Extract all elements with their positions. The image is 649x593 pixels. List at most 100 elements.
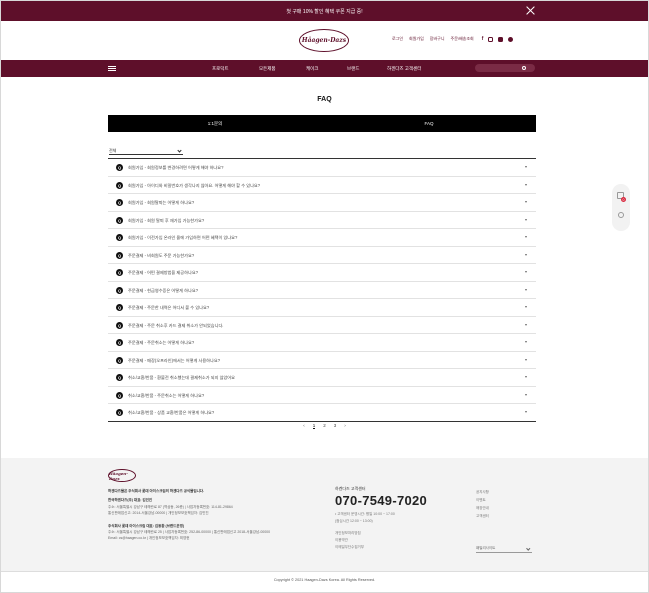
nav-item-products[interactable]: 프로덕트: [212, 66, 229, 72]
blog-icon[interactable]: [508, 36, 514, 42]
faq-item[interactable]: Q 주문결제 - 주문취소는 어떻게 하나요?: [108, 334, 536, 352]
instagram-icon[interactable]: [488, 36, 494, 42]
prev-page-button[interactable]: ‹: [303, 423, 305, 429]
faq-question: 취소/교환/반품 - 주문취소는 어떻게 하나요?: [128, 392, 205, 398]
search-icon[interactable]: [618, 212, 624, 218]
chevron-down-icon[interactable]: [525, 411, 527, 413]
brand-logo[interactable]: Häagen-Dazs: [299, 29, 349, 52]
site-footer: Häagen-Dazs 하겐다즈몰은 주식회사 롯데 아이스크림의 하겐다즈 공…: [1, 458, 648, 572]
sns-links: f: [482, 36, 514, 42]
facebook-icon[interactable]: f: [482, 36, 484, 42]
faq-item[interactable]: Q 주문결제 - 주문 취소후 카드 결제 취소가 안되었습니다.: [108, 317, 536, 334]
tab-inquiry[interactable]: 1:1문의: [108, 115, 322, 132]
footer-logo: Häagen-Dazs: [108, 469, 136, 482]
tab-bar: 1:1문의 FAQ: [108, 115, 536, 132]
cart-count-badge: 0: [621, 197, 626, 202]
question-badge: Q: [116, 234, 123, 241]
footer-link-notice[interactable]: 공지사항: [476, 490, 489, 495]
faq-question: 주문결제 - 비회원도 주문 가능한가요?: [128, 252, 195, 258]
faq-item[interactable]: Q 주문결제 - 비회원도 주문 가능한가요?: [108, 247, 536, 264]
faq-item[interactable]: Q 주문결제 - 현금영수증은 어떻게 하나요?: [108, 282, 536, 299]
faq-item[interactable]: Q 주문결제 - 어떤 결제방법을 제공하나요?: [108, 264, 536, 282]
site-header: Häagen-Dazs 로그인 회원가입 장바구니 주문/배송조회 f: [1, 21, 648, 60]
chevron-down-icon[interactable]: [525, 236, 527, 238]
chevron-down-icon[interactable]: [525, 358, 527, 361]
faq-item[interactable]: Q 회원가입 - 회원정보를 변경하려면 어떻게 해야 하나요?: [108, 159, 536, 177]
faq-item[interactable]: Q 취소/교환/반품 - 주문취소는 어떻게 하나요?: [108, 387, 536, 404]
question-badge: Q: [116, 356, 123, 364]
chevron-down-icon[interactable]: [525, 288, 527, 291]
chevron-down-icon[interactable]: [525, 271, 527, 273]
question-badge: Q: [116, 216, 123, 224]
faq-question: 회원가입 - 이전가입 온라인 몰에 가입하면 어떤 혜택이 있나요?: [128, 235, 238, 240]
family-site-select[interactable]: 패밀리사이트: [476, 545, 532, 553]
login-link[interactable]: 로그인: [392, 36, 403, 42]
menu-icon[interactable]: [108, 66, 116, 71]
question-badge: Q: [116, 374, 123, 381]
faq-list: Q 회원가입 - 회원정보를 변경하려면 어떻게 해야 하나요? Q 회원가입 - 아…: [108, 158, 536, 422]
nav-item-cake[interactable]: 케이크: [306, 66, 318, 72]
question-badge: Q: [116, 199, 123, 206]
faq-question: 주문결제 - 매장(오프라인)에서는 어떻게 사용하나요?: [128, 357, 221, 363]
footer-company2-line: 주소: 서울특별시 강남구 테헤란로 25 | 사업자등록번호: 252-86-…: [108, 530, 271, 534]
chevron-down-icon[interactable]: [525, 323, 527, 326]
question-badge: Q: [116, 164, 123, 171]
search-input[interactable]: [475, 64, 535, 72]
chevron-down-icon[interactable]: [525, 376, 527, 378]
footer-company2-title: 주식회사 롯데 아이스크림 대표: 김동환 (브랜드운영): [108, 524, 184, 528]
faq-item[interactable]: Q 회원가입 - 아이디와 비밀번호가 생각나지 않아요. 어떻게 해야 할 수 …: [108, 177, 536, 194]
cs-lunch: (점심시간 12:00 ~ 13:00): [335, 519, 373, 523]
privacy-link[interactable]: 개인정보처리방침: [335, 531, 361, 536]
faq-item[interactable]: Q 주문결제 - 매장(오프라인)에서는 어떻게 사용하나요?: [108, 352, 536, 369]
faq-question: 취소/교환/반품 - 상품 교환/반품은 어떻게 하나요?: [128, 410, 215, 415]
page-2-button[interactable]: 2: [323, 423, 326, 429]
faq-item[interactable]: Q 취소/교환/반품 - 상품 교환/반품은 어떻게 하나요?: [108, 404, 536, 422]
chevron-down-icon[interactable]: [525, 183, 527, 186]
faq-item[interactable]: Q 주문결제 - 주문한 내역은 어디서 볼 수 있나요?: [108, 299, 536, 317]
nav-item-customer-center[interactable]: 하겐다즈 고객센터: [387, 66, 421, 72]
category-select[interactable]: 전체: [109, 147, 183, 155]
chevron-down-icon[interactable]: [525, 253, 527, 256]
question-badge: Q: [116, 321, 123, 329]
tab-faq[interactable]: FAQ: [322, 115, 536, 132]
faq-item[interactable]: Q 취소/교환/반품 - 환불전 취소했는데 결제취소가 되지 않았어요: [108, 369, 536, 387]
faq-item[interactable]: Q 회원가입 - 회원탈퇴는 어떻게 하나요?: [108, 194, 536, 212]
footer-link-cs[interactable]: 고객센터: [476, 514, 489, 519]
chevron-down-icon[interactable]: [525, 218, 527, 221]
chevron-down-icon[interactable]: [525, 341, 527, 343]
nav-item-all[interactable]: 모든제품: [259, 66, 276, 72]
page-3-button[interactable]: 3: [334, 423, 337, 429]
cs-title: 하겐다즈 고객센터: [335, 486, 366, 491]
chevron-down-icon[interactable]: [525, 306, 527, 308]
signup-link[interactable]: 회원가입: [409, 36, 424, 42]
youtube-icon[interactable]: [498, 36, 504, 42]
email-refuse-link[interactable]: 이메일무단수집거부: [335, 545, 364, 550]
page-1-button[interactable]: 1: [312, 423, 316, 429]
terms-link[interactable]: 이용약관: [335, 538, 348, 543]
footer-company2-line: Email: cs@haagen.co.kr | 개인정보보호책임자: 최영현: [108, 536, 190, 540]
faq-question: 주문결제 - 현금영수증은 어떻게 하나요?: [128, 287, 199, 293]
footer-company1-line: 통신판매업신고: 2014-서울강남-00000 | 개인정보보호책임자: 김민…: [108, 511, 209, 515]
chevron-down-icon: [177, 148, 182, 153]
floating-quick-menu: 0: [612, 184, 630, 231]
footer-notice: 하겐다즈몰은 주식회사 롯데 아이스크림의 하겐다즈 공식몰입니다.: [108, 489, 204, 493]
category-select-value: 전체: [109, 147, 117, 153]
search-icon[interactable]: [522, 66, 526, 70]
promo-text[interactable]: 첫 구매 10% 할인 혜택 쿠폰 지급 중!: [286, 8, 362, 15]
chevron-down-icon[interactable]: [525, 166, 527, 168]
close-icon[interactable]: [526, 5, 536, 15]
chevron-down-icon[interactable]: [525, 201, 527, 203]
footer-link-store[interactable]: 매장안내: [476, 506, 489, 511]
faq-question: 회원가입 - 회원탈퇴는 어떻게 하나요?: [128, 200, 195, 205]
question-badge: Q: [116, 286, 123, 294]
next-page-button[interactable]: ›: [344, 423, 346, 429]
nav-item-brand[interactable]: 브랜드: [347, 66, 359, 72]
faq-item[interactable]: Q 회원가입 - 이전가입 온라인 몰에 가입하면 어떤 혜택이 있나요?: [108, 229, 536, 247]
cart-link[interactable]: 장바구니: [430, 36, 445, 42]
chevron-down-icon[interactable]: [525, 393, 527, 396]
faq-question: 취소/교환/반품 - 환불전 취소했는데 결제취소가 되지 않았어요: [128, 375, 236, 380]
faq-item[interactable]: Q 회원가입 - 회원 탈퇴 후 재가입 가능한가요?: [108, 212, 536, 229]
footer-link-event[interactable]: 이벤트: [476, 498, 486, 503]
order-lookup-link[interactable]: 주문/배송조회: [451, 36, 474, 42]
chevron-down-icon: [525, 546, 530, 551]
